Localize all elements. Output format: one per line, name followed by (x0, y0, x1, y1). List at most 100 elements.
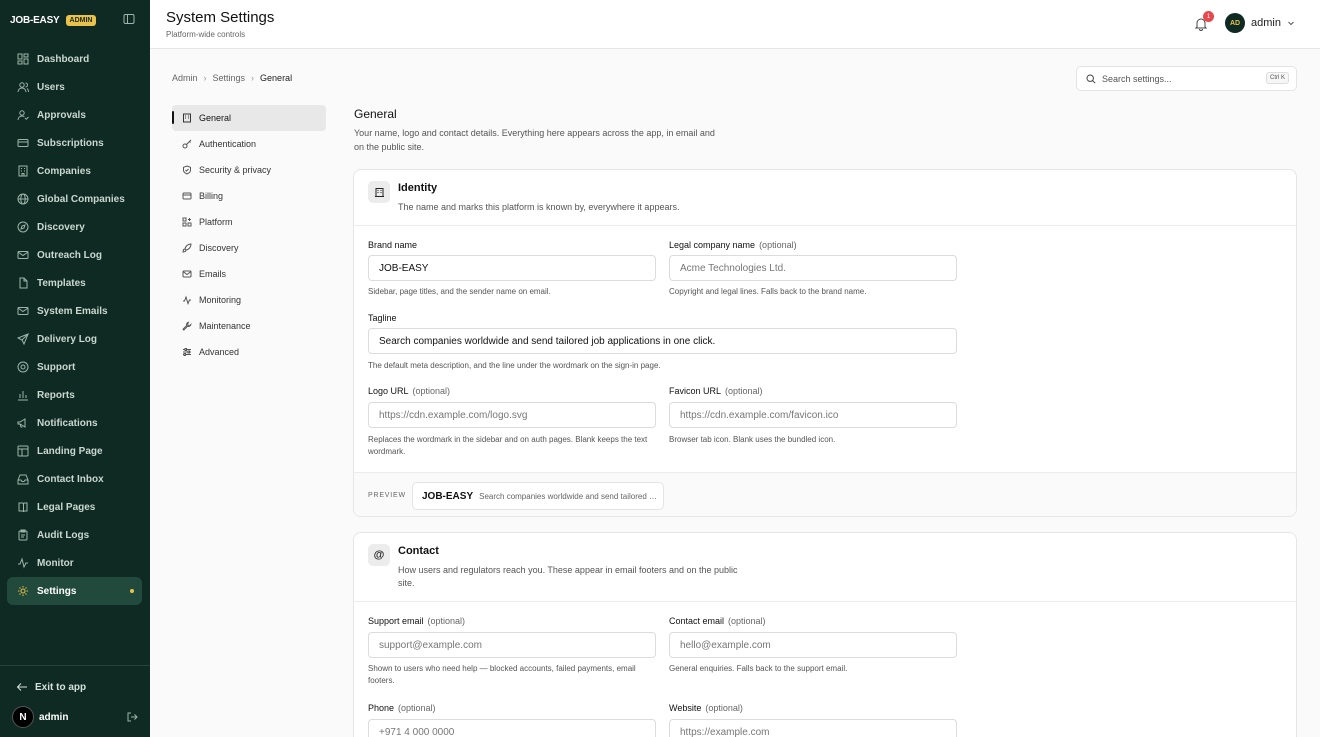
sidebar-item-settings[interactable]: Settings (7, 577, 142, 605)
settings-nav-label: Emails (199, 269, 227, 279)
exit-to-app-link[interactable]: Exit to app (16, 681, 86, 693)
at-sign-icon: @ (368, 544, 390, 566)
identity-description: The name and marks this platform is know… (398, 202, 680, 212)
settings-nav-billing[interactable]: Billing (172, 183, 326, 209)
website-label: Website (optional) (669, 703, 743, 713)
preview-tagline: Search companies worldwide and send tail… (479, 491, 657, 501)
breadcrumb-settings[interactable]: Settings (213, 73, 246, 83)
section-description: Your name, logo and contact details. Eve… (354, 128, 715, 152)
settings-nav-platform[interactable]: Platform (172, 209, 326, 235)
settings-search[interactable]: Ctrl K (1076, 66, 1297, 91)
sidebar-item-subscriptions[interactable]: Subscriptions (7, 129, 142, 157)
optional-tag: (optional) (412, 386, 451, 396)
building-icon (16, 165, 29, 178)
legal-name-input[interactable] (669, 255, 957, 281)
tagline-input[interactable] (368, 328, 957, 354)
brand-name-help: Sidebar, page titles, and the sender nam… (368, 287, 551, 296)
keyboard-shortcut-hint: Ctrl K (1266, 72, 1289, 84)
sidebar-item-templates[interactable]: Templates (7, 269, 142, 297)
top-header: System Settings Platform-wide controls 1… (150, 0, 1320, 49)
settings-nav-emails[interactable]: Emails (172, 261, 326, 287)
shield-icon (183, 165, 191, 175)
settings-nav: General Authentication Security & privac… (172, 105, 326, 365)
sidebar-item-users[interactable]: Users (7, 73, 142, 101)
brand[interactable]: JOB-EASY ADMIN (10, 12, 97, 28)
sidebar-item-global-companies[interactable]: Global Companies (7, 185, 142, 213)
contact-card-header: @ Contact How users and regulators reach… (354, 533, 1296, 602)
sidebar-item-label: Contact Inbox (37, 473, 104, 485)
chevron-right-icon: › (251, 73, 255, 83)
logout-icon[interactable] (126, 711, 138, 723)
settings-nav-authentication[interactable]: Authentication (172, 131, 326, 157)
compass-icon (16, 221, 29, 234)
sidebar-item-audit-logs[interactable]: Audit Logs (7, 521, 142, 549)
mail-icon (16, 249, 29, 262)
contact-email-input[interactable] (669, 632, 957, 658)
brand-name-input[interactable] (368, 255, 656, 281)
sidebar-item-support[interactable]: Support (7, 353, 142, 381)
arrow-left-icon (16, 683, 27, 691)
sidebar-item-label: Companies (37, 165, 91, 177)
rocket-icon (182, 243, 192, 253)
contact-description: How users and regulators reach you. Thes… (398, 565, 738, 588)
logo-url-input[interactable] (368, 402, 656, 428)
page-subtitle: Platform-wide controls (166, 30, 246, 39)
settings-nav-general[interactable]: General (172, 105, 326, 131)
sidebar-item-dashboard[interactable]: Dashboard (7, 45, 142, 73)
header-user-name: admin (1251, 17, 1281, 29)
bar-chart-icon (16, 389, 29, 402)
user-menu[interactable]: AD admin (1225, 13, 1295, 33)
sidebar-item-contact-inbox[interactable]: Contact Inbox (7, 465, 142, 493)
phone-input[interactable] (368, 719, 656, 737)
optional-tag: (optional) (725, 386, 763, 396)
breadcrumb-general: General (260, 73, 293, 83)
settings-nav-label: Discovery (199, 243, 239, 253)
sidebar-item-monitor[interactable]: Monitor (7, 549, 142, 577)
dashboard-icon (16, 53, 29, 66)
sidebar-item-notifications[interactable]: Notifications (7, 409, 142, 437)
website-input[interactable] (669, 719, 957, 737)
settings-nav-maintenance[interactable]: Maintenance (172, 313, 326, 339)
identity-preview: PREVIEW JOB-EASY Search companies worldw… (354, 472, 1296, 516)
gear-icon (16, 585, 29, 598)
tagline-label-text: Tagline (368, 313, 397, 323)
collapse-sidebar-icon[interactable] (123, 13, 135, 25)
favicon-url-input[interactable] (669, 402, 957, 428)
sidebar-item-label: Audit Logs (37, 529, 90, 541)
page-title: System Settings (166, 9, 275, 26)
sidebar-item-reports[interactable]: Reports (7, 381, 142, 409)
users-icon (16, 81, 29, 94)
notification-count-badge: 1 (1203, 11, 1214, 22)
exit-label: Exit to app (35, 681, 87, 693)
logo-url-help: Replaces the wordmark in the sidebar and… (368, 435, 648, 456)
settings-nav-monitoring[interactable]: Monitoring (172, 287, 326, 313)
sidebar-item-system-emails[interactable]: System Emails (7, 297, 142, 325)
sidebar-user: N admin (12, 706, 138, 728)
section-title: General (354, 107, 397, 121)
support-email-label: Support email (optional) (368, 616, 465, 626)
settings-nav-security[interactable]: Security & privacy (172, 157, 326, 183)
sidebar-item-discovery[interactable]: Discovery (7, 213, 142, 241)
search-input[interactable] (1102, 73, 1252, 84)
favicon-url-help: Browser tab icon. Blank uses the bundled… (669, 435, 836, 444)
sidebar-item-legal-pages[interactable]: Legal Pages (7, 493, 142, 521)
optional-tag: (optional) (759, 240, 797, 250)
support-email-input[interactable] (368, 632, 656, 658)
sidebar-item-landing-page[interactable]: Landing Page (7, 437, 142, 465)
avatar[interactable]: N (12, 706, 34, 728)
settings-nav-advanced[interactable]: Advanced (172, 339, 326, 365)
sidebar-footer: Exit to app N admin (0, 665, 150, 728)
optional-tag: (optional) (705, 703, 743, 713)
inbox-icon (16, 473, 29, 486)
legal-name-label-text: Legal company name (669, 240, 756, 250)
phone-label: Phone (optional) (368, 703, 436, 713)
sidebar-item-companies[interactable]: Companies (7, 157, 142, 185)
identity-card: Identity The name and marks this platfor… (353, 169, 1297, 517)
settings-nav-discovery[interactable]: Discovery (172, 235, 326, 261)
sidebar-item-outreach-log[interactable]: Outreach Log (7, 241, 142, 269)
breadcrumb-admin[interactable]: Admin (172, 73, 198, 83)
sidebar-item-approvals[interactable]: Approvals (7, 101, 142, 129)
preview-label: PREVIEW (368, 492, 406, 499)
settings-nav-label: Advanced (199, 347, 240, 357)
sidebar-item-delivery-log[interactable]: Delivery Log (7, 325, 142, 353)
